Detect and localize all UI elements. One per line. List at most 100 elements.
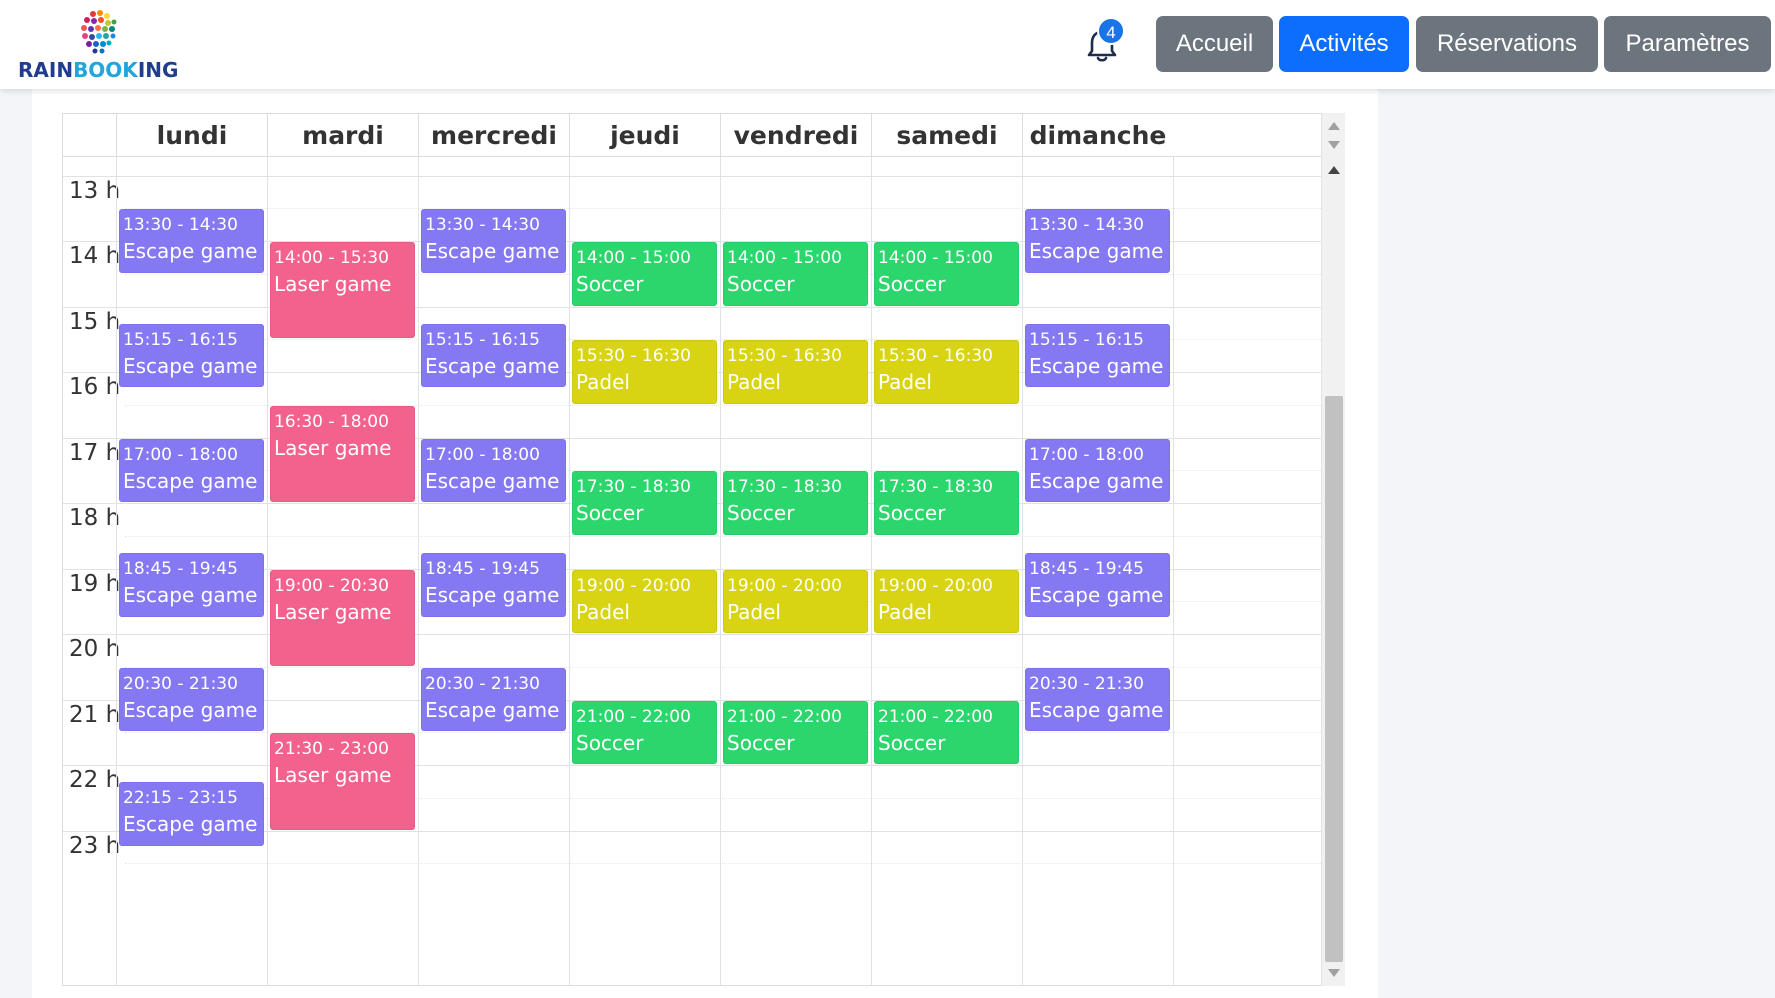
day-header-mardi: mardi	[267, 114, 418, 157]
event-escape[interactable]: 17:00 - 18:00 Escape game	[421, 438, 566, 502]
event-title: Soccer	[727, 272, 795, 296]
hour-label: 13 h	[69, 177, 121, 204]
calendar-body[interactable]: 12 h13 h14 h15 h16 h17 h18 h19 h20 h21 h…	[63, 157, 1321, 985]
event-time: 19:00 - 20:00	[727, 575, 842, 596]
event-soccer[interactable]: 17:30 - 18:30 Soccer	[723, 471, 868, 535]
event-escape[interactable]: 18:45 - 19:45 Escape game	[119, 553, 264, 617]
event-escape[interactable]: 18:45 - 19:45 Escape game	[421, 553, 566, 617]
event-title: Padel	[727, 599, 781, 624]
event-title: Escape game	[425, 468, 560, 493]
event-padel[interactable]: 19:00 - 20:00 Padel	[874, 569, 1019, 633]
nav-activites-button[interactable]: Activités	[1279, 16, 1409, 72]
event-escape[interactable]: 17:00 - 18:00 Escape game	[119, 438, 264, 502]
nav-parametres-button[interactable]: Paramètres	[1604, 16, 1771, 72]
event-padel[interactable]: 19:00 - 20:00 Padel	[572, 569, 717, 633]
scroll-down-arrow-icon[interactable]	[1328, 969, 1340, 977]
event-escape[interactable]: 15:15 - 16:15 Escape game	[119, 323, 264, 388]
event-time: 15:30 - 16:30	[878, 346, 993, 367]
half-hour-gridline	[125, 535, 1321, 537]
hour-label: 16 h	[69, 374, 121, 400]
notification-count-badge[interactable]: 4	[1097, 17, 1125, 45]
event-soccer[interactable]: 14:00 - 15:00 Soccer	[723, 242, 868, 306]
event-title: Padel	[576, 599, 630, 624]
event-title: Soccer	[727, 730, 795, 755]
event-title: Escape game	[425, 239, 560, 264]
event-time: 19:00 - 20:00	[878, 575, 993, 596]
event-laser[interactable]: 19:00 - 20:30 Laser game	[270, 569, 415, 666]
event-soccer[interactable]: 17:30 - 18:30 Soccer	[874, 471, 1019, 535]
event-title: Escape game	[123, 812, 258, 837]
scroll-up-arrow-icon[interactable]	[1328, 122, 1340, 130]
event-escape[interactable]: 20:30 - 21:30 Escape game	[421, 667, 566, 732]
nav-accueil-button[interactable]: Accueil	[1156, 16, 1273, 72]
event-escape[interactable]: 20:30 - 21:30 Escape game	[119, 667, 264, 732]
event-title: Escape game	[425, 353, 560, 378]
event-soccer[interactable]: 14:00 - 15:00 Soccer	[874, 242, 1019, 306]
event-escape[interactable]: 22:15 - 23:15 Escape game	[119, 782, 264, 846]
event-title: Escape game	[1029, 353, 1164, 378]
brand-name-part1: RAIN	[18, 58, 74, 82]
day-column-divider	[116, 157, 117, 985]
day-header-mercredi: mercredi	[418, 114, 569, 157]
event-escape[interactable]: 15:15 - 16:15 Escape game	[421, 323, 566, 388]
event-padel[interactable]: 19:00 - 20:00 Padel	[723, 569, 868, 633]
header-corner	[63, 114, 116, 157]
event-padel[interactable]: 15:30 - 16:30 Padel	[572, 340, 717, 404]
event-laser[interactable]: 14:00 - 15:30 Laser game	[270, 242, 415, 339]
event-time: 18:45 - 19:45	[425, 559, 540, 580]
event-time: 19:00 - 20:30	[274, 575, 389, 596]
brand-name-part2: BOOK	[73, 58, 138, 82]
event-escape[interactable]: 15:15 - 16:15 Escape game	[1025, 323, 1170, 388]
event-title: Laser game	[274, 272, 392, 296]
hour-label: 14 h	[69, 243, 121, 269]
nav-reservations-button[interactable]: Réservations	[1416, 16, 1598, 72]
event-title: Escape game	[123, 583, 258, 608]
event-title: Soccer	[727, 501, 795, 526]
event-time: 16:30 - 18:00	[274, 411, 389, 432]
event-title: Padel	[878, 599, 932, 624]
event-soccer[interactable]: 21:00 - 22:00 Soccer	[572, 700, 717, 764]
event-escape[interactable]: 17:00 - 18:00 Escape game	[1025, 438, 1170, 502]
day-column-divider	[1173, 157, 1174, 985]
scroll-down-arrow-icon[interactable]	[1328, 141, 1340, 149]
event-laser[interactable]: 16:30 - 18:00 Laser game	[270, 405, 415, 502]
event-escape[interactable]: 13:30 - 14:30 Escape game	[1025, 209, 1170, 273]
day-column-divider	[569, 157, 570, 985]
event-title: Padel	[878, 370, 932, 395]
event-laser[interactable]: 21:30 - 23:00 Laser game	[270, 733, 415, 830]
scroll-up-arrow-icon[interactable]	[1328, 166, 1340, 174]
event-escape[interactable]: 20:30 - 21:30 Escape game	[1025, 667, 1170, 732]
event-title: Soccer	[576, 501, 644, 526]
rainbooking-logo[interactable]: RAINBOOKING	[18, 8, 179, 82]
event-time: 17:00 - 18:00	[425, 444, 540, 465]
hour-label: 19 h	[69, 570, 121, 597]
event-escape[interactable]: 13:30 - 14:30 Escape game	[119, 209, 264, 273]
event-padel[interactable]: 15:30 - 16:30 Padel	[723, 340, 868, 404]
event-title: Laser game	[274, 763, 392, 788]
event-padel[interactable]: 15:30 - 16:30 Padel	[874, 340, 1019, 404]
event-time: 17:00 - 18:00	[1029, 444, 1144, 465]
calendar-scrollbar[interactable]	[1321, 113, 1345, 986]
hour-label: 20 h	[69, 636, 121, 662]
event-title: Soccer	[878, 501, 946, 526]
event-time: 18:45 - 19:45	[1029, 559, 1144, 580]
event-soccer[interactable]: 14:00 - 15:00 Soccer	[572, 242, 717, 306]
event-soccer[interactable]: 17:30 - 18:30 Soccer	[572, 471, 717, 535]
hour-label: 22 h	[69, 767, 121, 793]
globe-logo-icon	[81, 10, 117, 54]
event-soccer[interactable]: 21:00 - 22:00 Soccer	[723, 700, 868, 764]
event-escape[interactable]: 18:45 - 19:45 Escape game	[1025, 553, 1170, 617]
event-time: 22:15 - 23:15	[123, 788, 238, 809]
event-time: 21:30 - 23:00	[274, 739, 389, 760]
scrollbar-thumb[interactable]	[1325, 396, 1343, 962]
event-title: Escape game	[123, 353, 258, 378]
event-title: Escape game	[1029, 697, 1164, 722]
event-time: 14:00 - 15:00	[727, 248, 842, 268]
event-time: 17:30 - 18:30	[878, 477, 993, 498]
event-title: Laser game	[274, 599, 392, 624]
event-soccer[interactable]: 21:00 - 22:00 Soccer	[874, 700, 1019, 764]
event-escape[interactable]: 13:30 - 14:30 Escape game	[421, 209, 566, 273]
weekly-calendar: lundi mardi mercredi jeudi vendredi samedi dim…	[62, 113, 1345, 986]
event-time: 15:30 - 16:30	[576, 346, 691, 367]
brand-name-part3: ING	[137, 58, 179, 82]
